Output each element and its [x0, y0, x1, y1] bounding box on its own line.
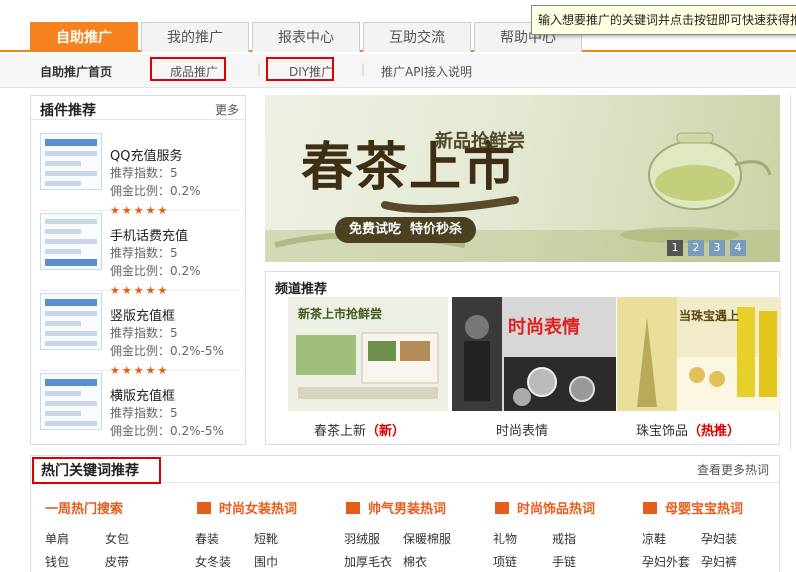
keyword-link[interactable]: 礼物	[493, 530, 517, 547]
clothes-rack-icon	[197, 502, 211, 514]
banner-page-4[interactable]: 4	[730, 240, 746, 256]
channel-title: 频道推荐	[275, 282, 328, 297]
plugin-more-link[interactable]: 更多	[215, 101, 239, 118]
plugin-item[interactable]: 竖版充值框 推荐指数：5 佣金比例：0.2%-5% ★★★★★	[40, 293, 246, 377]
plugin-ratio: 佣金比例：0.2%	[110, 184, 201, 198]
jewelry-image-text: 当珠宝遇上	[679, 309, 740, 323]
keyword-link[interactable]: 皮带	[105, 553, 129, 570]
banner-page-3[interactable]: 3	[709, 240, 725, 256]
plugin-item[interactable]: 横版充值框 推荐指数：5 佣金比例：0.2%-5%	[40, 373, 246, 451]
plugin-item[interactable]: 手机话费充值 推荐指数：5 佣金比例：0.2% ★★★★★	[40, 213, 246, 297]
plugin-thumbnail	[40, 373, 102, 430]
plugin-ratio: 佣金比例：0.2%-5%	[110, 424, 224, 438]
plugin-index: 推荐指数：5	[110, 166, 178, 180]
keyword-link[interactable]: 短靴	[254, 530, 278, 547]
keyword-link[interactable]: 女包	[105, 530, 129, 547]
subnav-divider: |	[257, 62, 262, 76]
watch-image-text: 时尚表情	[508, 317, 580, 338]
keyword-link[interactable]: 围巾	[254, 553, 278, 570]
banner-page-2[interactable]: 2	[688, 240, 704, 256]
banner-pagination: 1234	[662, 240, 746, 256]
keyword-link[interactable]: 保暖棉服	[403, 530, 451, 547]
banner-page-1[interactable]: 1	[667, 240, 683, 256]
keyword-tooltip: 输入想要推广的关键词并点击按钮即可快速获得推广链接	[531, 5, 796, 35]
channel-caption-tea[interactable]: 春茶上新（新）	[314, 420, 405, 439]
channel-caption-watch[interactable]: 时尚表情	[496, 420, 548, 439]
tab-exchange[interactable]: 互助交流	[363, 22, 471, 52]
keyword-link[interactable]: 棉衣	[403, 553, 427, 570]
highlight-box	[150, 57, 226, 81]
banner-slogan: 免费试吃 特价秒杀	[335, 217, 477, 243]
channel-image-jewelry[interactable]: 当珠宝遇上	[617, 297, 781, 411]
hot-category-womens[interactable]: 时尚女装热词	[197, 498, 297, 517]
tab-my-promotion[interactable]: 我的推广	[141, 22, 249, 52]
tab-report-center[interactable]: 报表中心	[252, 22, 360, 52]
plugin-item[interactable]: QQ充值服务 推荐指数：5 佣金比例：0.2% ★★★★★	[40, 133, 246, 217]
banner-subtitle: 新品抢鲜尝	[435, 131, 525, 152]
sub-nav: 自助推广首页 成品推广 DIY推广 推广API接入说明 | |	[0, 54, 796, 88]
keyword-link[interactable]: 钱包	[45, 553, 69, 570]
hot-keywords-more-link[interactable]: 查看更多热词	[697, 461, 769, 478]
channel-caption-jewelry[interactable]: 珠宝饰品（热推）	[636, 420, 740, 439]
plugin-thumbnail	[40, 133, 102, 190]
highlight-box	[266, 57, 334, 81]
right-edge-panel	[790, 95, 796, 450]
keyword-link[interactable]: 春装	[195, 530, 219, 547]
trophy-icon	[495, 502, 509, 514]
plugin-name[interactable]: QQ充值服务	[110, 145, 182, 164]
keyword-link[interactable]: 加厚毛衣	[344, 553, 392, 570]
keyword-link[interactable]: 单肩	[45, 530, 69, 547]
plugin-index: 推荐指数：5	[110, 326, 178, 340]
channel-panel: 频道推荐 新茶上市抢鲜尝 时尚表情 当珠宝遇上 春茶上新（新） 时尚表情 珠宝饰…	[265, 271, 781, 445]
plugin-thumbnail	[40, 213, 102, 270]
tea-image-text: 新茶上市抢鲜尝	[298, 307, 383, 321]
plugin-name[interactable]: 竖版充值框	[110, 305, 175, 324]
highlight-box	[32, 457, 161, 484]
keyword-link[interactable]: 女冬装	[195, 553, 231, 570]
plugin-ratio: 佣金比例：0.2%-5%	[110, 344, 224, 358]
subnav-divider: |	[361, 62, 366, 76]
plugin-panel: 插件推荐 更多 QQ充值服务 推荐指数：5 佣金比例：0.2% ★★★★★ 手机…	[30, 95, 246, 445]
hot-category-accessories[interactable]: 时尚饰品热词	[495, 498, 595, 517]
plugin-index: 推荐指数：5	[110, 246, 178, 260]
plugin-panel-title: 插件推荐	[40, 103, 96, 119]
hot-category-mens[interactable]: 帅气男装热词	[346, 498, 446, 517]
plugin-index: 推荐指数：5	[110, 406, 178, 420]
promo-banner[interactable]: 春茶上市 新品抢鲜尝 免费试吃 特价秒杀 1234	[265, 95, 780, 262]
plugin-thumbnail	[40, 293, 102, 350]
keyword-link[interactable]: 羽绒服	[344, 530, 380, 547]
hot-category-baby[interactable]: 母婴宝宝热词	[643, 498, 743, 517]
plugin-name[interactable]: 手机话费充值	[110, 225, 188, 244]
keyword-link[interactable]: 手链	[552, 553, 576, 570]
hot-category-weekly[interactable]: 一周热门搜索	[45, 498, 123, 517]
baby-bag-icon	[643, 502, 657, 514]
tab-self-promotion[interactable]: 自助推广	[30, 22, 138, 52]
keyword-link[interactable]: 凉鞋	[642, 530, 666, 547]
plugin-ratio: 佣金比例：0.2%	[110, 264, 201, 278]
shirt-icon	[346, 502, 360, 514]
keyword-link[interactable]: 孕妇裤	[701, 553, 737, 570]
subnav-api-guide[interactable]: 推广API接入说明	[381, 63, 472, 80]
subnav-home[interactable]: 自助推广首页	[40, 63, 112, 80]
channel-image-watch[interactable]: 时尚表情	[452, 297, 616, 411]
keyword-link[interactable]: 项链	[493, 553, 517, 570]
keyword-link[interactable]: 戒指	[552, 530, 576, 547]
keyword-link[interactable]: 孕妇外套	[642, 553, 690, 570]
channel-image-tea[interactable]: 新茶上市抢鲜尝	[288, 297, 448, 411]
keyword-link[interactable]: 孕妇装	[701, 530, 737, 547]
plugin-name[interactable]: 横版充值框	[110, 385, 175, 404]
